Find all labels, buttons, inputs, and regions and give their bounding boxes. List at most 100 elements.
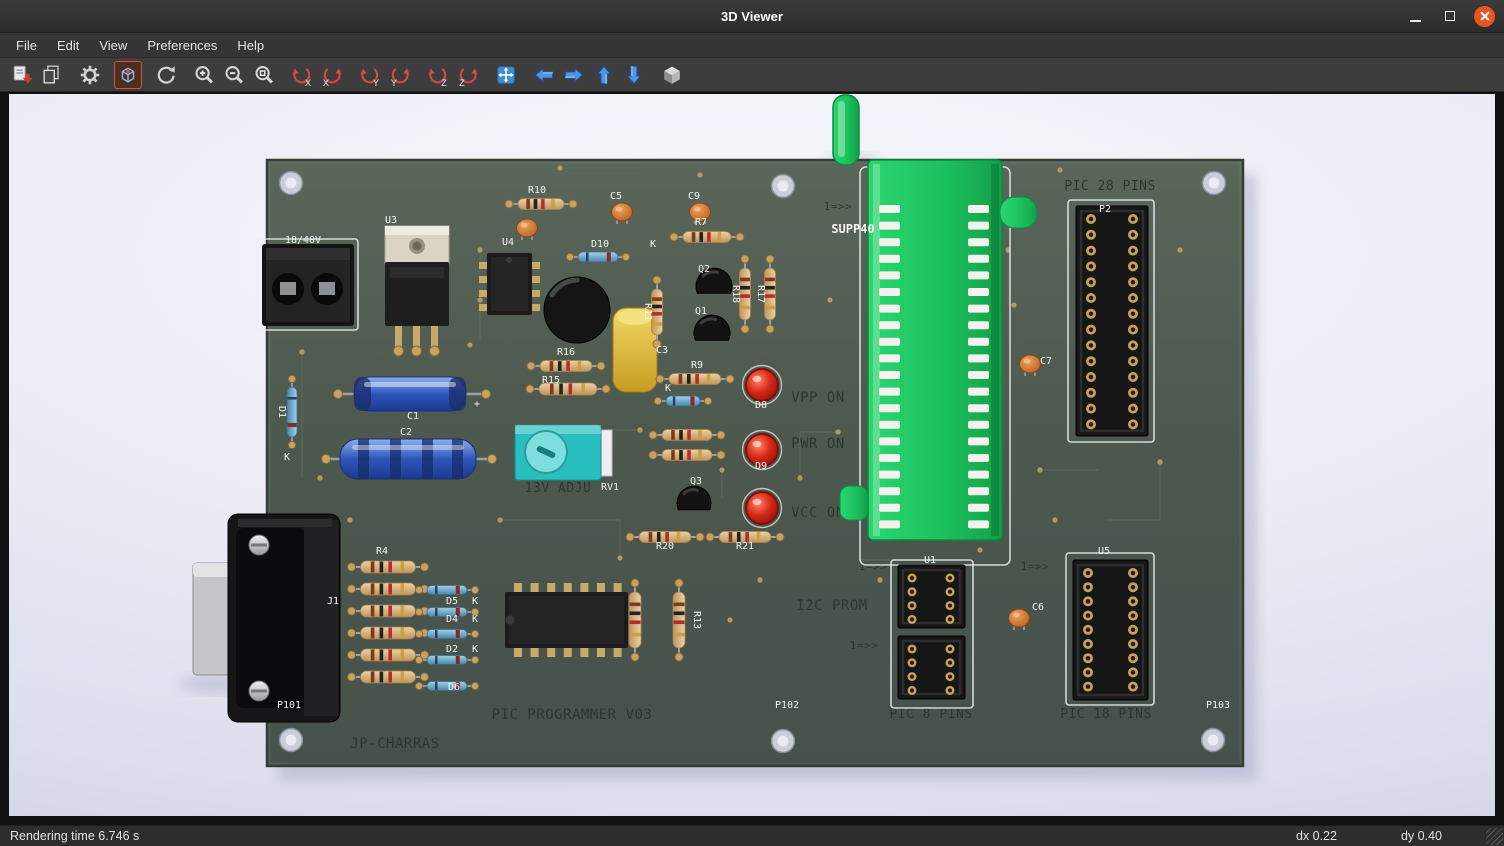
pan-down-button[interactable] [620, 61, 648, 89]
component-ref-label: R20 [656, 541, 674, 552]
silkscreen-text: VCC ON [791, 505, 845, 521]
rotate-z-ccw-button[interactable]: Z [454, 61, 482, 89]
title-bar[interactable]: 3D Viewer [0, 0, 1504, 33]
3d-viewer-window: 3D Viewer FileEditViewPreferencesHelp XX… [0, 0, 1504, 846]
component-ref-label: R15 [542, 375, 560, 386]
led [746, 492, 778, 524]
raytracing-toggle[interactable] [114, 61, 142, 89]
component-ref-label: R4 [376, 546, 388, 557]
component-ref-label: C2 [400, 427, 412, 438]
menu-view[interactable]: View [89, 35, 137, 56]
silkscreen-text: PIC 8 PINS [889, 707, 972, 722]
window-title: 3D Viewer [0, 9, 1504, 24]
close-button[interactable] [1474, 6, 1495, 27]
svg-text:Z: Z [459, 78, 465, 87]
silkscreen-text: 13V ADJU [525, 481, 592, 496]
render-options-button[interactable] [76, 61, 104, 89]
pan-up-button[interactable] [590, 61, 618, 89]
component-ref-label: Q1 [695, 306, 707, 317]
gear-icon [78, 63, 102, 87]
minimize-button[interactable] [1404, 5, 1426, 27]
silkscreen-text: PWR ON [791, 436, 845, 452]
ortho-view-button[interactable] [658, 61, 686, 89]
svg-text:X: X [323, 78, 329, 87]
resize-grip[interactable] [1486, 828, 1503, 845]
component-ref-label: R13 [691, 611, 702, 629]
reload-icon [154, 63, 178, 87]
component-ref-label: R11 [642, 303, 653, 321]
toolbar: X X Y Y ZZ [0, 58, 1504, 92]
zoom-in-button[interactable] [190, 61, 218, 89]
pan-right-button[interactable] [560, 61, 588, 89]
silkscreen-text: 1=>> [1021, 560, 1050, 573]
menu-edit[interactable]: Edit [47, 35, 89, 56]
raytrace-icon [116, 63, 140, 87]
window-controls [1404, 5, 1504, 27]
arrow-down-icon [622, 63, 646, 87]
component-ref-label: D4 [446, 614, 458, 625]
component-ref-label: K [665, 383, 671, 394]
cube-icon [660, 63, 684, 87]
move-view-button[interactable] [492, 61, 520, 89]
component-ref-label: D9 [755, 461, 767, 472]
component-ref-label: P103 [1206, 700, 1230, 711]
menu-help[interactable]: Help [227, 35, 274, 56]
silkscreen-text: VPP ON [791, 390, 845, 406]
zoom-fit-button[interactable] [250, 61, 278, 89]
maximize-button[interactable] [1439, 5, 1461, 27]
svg-text:X: X [305, 78, 311, 87]
rotate-y-cw-button[interactable]: Y [356, 61, 384, 89]
rotate-x-ccw-button[interactable]: X [318, 61, 346, 89]
dip-socket-18pin [1073, 560, 1148, 700]
silkscreen-text: PIC 28 PINS [1064, 179, 1156, 194]
menu-file[interactable]: File [6, 35, 47, 56]
menu-preferences[interactable]: Preferences [137, 35, 227, 56]
svg-text:Y: Y [373, 78, 379, 87]
arrow-left-icon [532, 63, 556, 87]
component-ref-label: K [472, 596, 478, 607]
3d-viewport[interactable]: PIC 28 PINSVPP ONPWR ONVCC ONI2C PROMPIC… [9, 94, 1495, 816]
pan-left-button[interactable] [530, 61, 558, 89]
component-ref-label: C5 [610, 191, 622, 202]
component-ref-label: C9 [688, 191, 700, 202]
zoom-out-button[interactable] [220, 61, 248, 89]
rotate-x-cw-button[interactable]: X [288, 61, 316, 89]
viewport-frame: PIC 28 PINSVPP ONPWR ONVCC ONI2C PROMPIC… [0, 92, 1504, 825]
rot-z-ccw-icon: Z [456, 63, 480, 87]
export-image-button[interactable] [8, 61, 36, 89]
rot-y-ccw-icon: Y [388, 63, 412, 87]
component-ref-label: D8 [755, 400, 767, 411]
component-ref-label: P2 [1099, 204, 1111, 215]
copy-image-button[interactable] [38, 61, 66, 89]
component-ref-label: C1 [407, 411, 419, 422]
component-ref-label: D6 [448, 682, 460, 693]
rotate-y-ccw-button[interactable]: Y [386, 61, 414, 89]
zoom-fit-icon [252, 63, 276, 87]
rotate-z-cw-button[interactable]: Z [424, 61, 452, 89]
zoom-out-icon [222, 63, 246, 87]
component-ref-label: J1 [327, 596, 339, 607]
silkscreen-text: 1=>> [859, 560, 888, 573]
export-icon [10, 63, 34, 87]
component-ref-label: D5 [446, 596, 458, 607]
reload-board-button[interactable] [152, 61, 180, 89]
silkscreen-text: PIC 18 PINS [1060, 707, 1152, 722]
trimmer-rv1 [515, 425, 612, 480]
component-ref-label: Q3 [690, 476, 702, 487]
component-ref-label: K [472, 614, 478, 625]
component-ref-label: D2 [446, 644, 458, 655]
arrow-up-icon [592, 63, 616, 87]
svg-text:Y: Y [391, 78, 397, 87]
component-ref-label: C6 [1032, 602, 1044, 613]
component-ref-label: R21 [736, 541, 754, 552]
zoom-in-icon [192, 63, 216, 87]
component-ref-label: K [472, 644, 478, 655]
rot-x-cw-icon: X [290, 63, 314, 87]
component-ref-label: R18 [730, 285, 741, 303]
rot-z-cw-icon: Z [426, 63, 450, 87]
silkscreen-text: 1=>> [850, 639, 879, 652]
menu-bar: FileEditViewPreferencesHelp [0, 33, 1504, 58]
status-bar: Rendering time 6.746 s dx 0.22 dy 0.40 [0, 825, 1504, 846]
component-ref-label: R10 [528, 185, 546, 196]
component-ref-label: C3 [656, 345, 668, 356]
